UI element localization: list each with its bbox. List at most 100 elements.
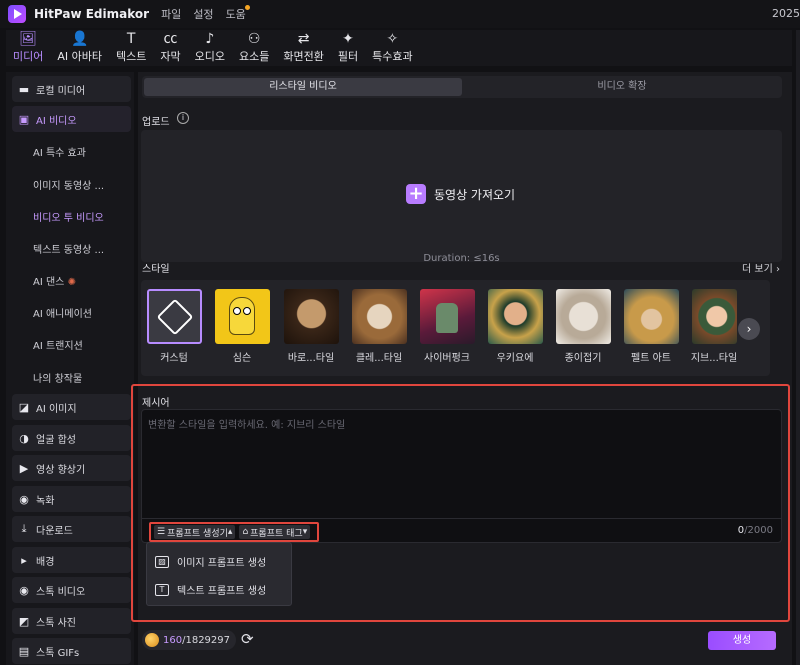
main-toolbar: 🖼 미디어 👤 AI 아바타 T 텍스트 ㏄ 자막 ♪ 오디오 ⚇ 요소들 ⇄ 화면전환 ✦ 필… [6, 30, 792, 66]
sidebar-item-ai-animation[interactable]: AI 애니메이션 [33, 305, 92, 320]
upload-dropzone[interactable]: + 동영상 가져오기 Duration: ≤16s [141, 130, 782, 264]
tab-transitions[interactable]: ⇄ 화면전환 [276, 30, 330, 66]
effects-icon: ✧ [386, 31, 399, 47]
sidebar-item-label: 녹화 [36, 495, 55, 507]
sidebar-item-stock-photo[interactable]: ◩ 스톡 사진 [12, 608, 131, 634]
style-thumb-custom[interactable] [147, 289, 202, 344]
ai-video-icon: ▣ [18, 112, 30, 126]
tab-media[interactable]: 🖼 미디어 [6, 30, 50, 66]
sidebar-item-my-creations[interactable]: 나의 창작물 [33, 370, 82, 385]
info-icon[interactable]: i [177, 112, 189, 124]
tab-audio[interactable]: ♪ 오디오 [188, 30, 232, 66]
sidebar-item-stock-video[interactable]: ◉ 스톡 비디오 [12, 577, 131, 603]
sidebar-item-label: 스톡 GIFs [36, 647, 80, 659]
tab-restyle-video[interactable]: 리스타일 비디오 [144, 78, 462, 96]
tab-video-extend[interactable]: 비디오 확장 [464, 78, 780, 96]
year-text: 2025 [772, 7, 800, 20]
custom-style-icon [156, 298, 194, 336]
sidebar-item-face-swap[interactable]: ◑ 얼굴 합성 [12, 425, 131, 451]
tab-elements[interactable]: ⚇ 요소들 [232, 30, 276, 66]
sidebar-item-background[interactable]: ▸ 배경 [12, 547, 131, 573]
sidebar-item-record[interactable]: ◉ 녹화 [12, 486, 131, 512]
prompt-section-highlight [131, 384, 790, 622]
style-label-simpsons: 심슨 [232, 353, 252, 364]
play-triangle-icon: ▸ [21, 553, 27, 567]
style-thumb-ukiyoe[interactable] [488, 289, 543, 344]
stock-video-icon: ◉ [19, 583, 29, 597]
style-label-felt-art: 펠트 아트 [631, 353, 671, 364]
sidebar-item-label: 얼굴 합성 [36, 434, 76, 446]
sidebar-item-image-to-video[interactable]: 이미지 동영상 ... [33, 177, 104, 192]
sidebar-item-ai-video[interactable]: ▣ AI 비디오 [12, 106, 131, 132]
tab-label: 특수효과 [372, 50, 413, 63]
generate-button[interactable]: 생성 [708, 631, 776, 650]
tab-label: 텍스트 [116, 50, 147, 63]
style-thumb-clay[interactable] [352, 289, 407, 344]
sidebar-item-enhancer[interactable]: ▶ 영상 향상기 [12, 455, 131, 481]
style-thumb-origami[interactable] [556, 289, 611, 344]
credits-badge: 160/1829297 [142, 630, 236, 650]
tab-subtitles[interactable]: ㏄ 자막 [153, 30, 187, 66]
cc-icon: ㏄ [163, 31, 178, 47]
style-label-ukiyoe: 우키요에 [496, 353, 534, 364]
sidebar-item-ai-image[interactable]: ◪ AI 이미지 [12, 394, 131, 420]
tab-text[interactable]: T 텍스트 [109, 30, 153, 66]
elements-icon: ⚇ [247, 31, 261, 47]
tab-label: 필터 [337, 50, 359, 63]
menu-settings[interactable]: 설정 [193, 6, 213, 22]
plus-icon: + [406, 184, 426, 204]
import-video-button[interactable]: + 동영상 가져오기 [406, 184, 515, 204]
sidebar-item-video-to-video[interactable]: 비디오 투 비디오 [33, 209, 104, 224]
tab-label: 오디오 [194, 50, 226, 63]
menu-help-label: 도움 [225, 8, 246, 21]
sidebar-item-label: AI 비디오 [36, 115, 77, 127]
tab-label: 미디어 [13, 50, 44, 63]
sidebar-item-ai-effects[interactable]: AI 특수 효과 [33, 144, 86, 159]
style-label-clay: 클레...타일 [355, 353, 403, 364]
sidebar-item-label: 스톡 비디오 [36, 586, 86, 598]
sidebar-item-label: 로컬 미디어 [36, 85, 86, 97]
music-icon: ♪ [205, 31, 215, 47]
menu-help[interactable]: 도움 [225, 5, 250, 22]
tab-ai-avatar[interactable]: 👤 AI 아바타 [50, 30, 109, 66]
style-label-custom: 커스텀 [160, 353, 188, 364]
stock-photo-icon: ◩ [18, 614, 30, 628]
sidebar: ▬ 로컬 미디어 ▣ AI 비디오 AI 특수 효과 이미지 동영상 ... 비디오… [6, 72, 134, 665]
enhancer-icon: ▶ [19, 461, 29, 475]
sidebar-item-ai-dance[interactable]: AI 댄스 ✺ [33, 273, 76, 288]
import-video-label: 동영상 가져오기 [434, 187, 516, 202]
tab-filters[interactable]: ✦ 필터 [331, 30, 365, 66]
style-label-ghibli: 지브...타일 [690, 353, 738, 364]
download-icon: ⤓ [21, 522, 27, 535]
style-thumb-ghibli[interactable] [692, 289, 737, 344]
sidebar-item-label: AI 이미지 [36, 403, 77, 415]
tab-effects[interactable]: ✧ 특수효과 [365, 30, 419, 66]
upload-label: 업로드 [142, 117, 170, 128]
notification-dot [244, 5, 250, 10]
style-thumb-simpsons[interactable] [215, 289, 270, 344]
see-more-link[interactable]: 더 보기 › [742, 260, 780, 275]
sidebar-item-download[interactable]: ⤓ 다운로드 [12, 516, 131, 542]
chevron-right-icon[interactable]: › [738, 318, 760, 340]
transition-icon: ⇄ [297, 31, 310, 47]
sidebar-item-label: 배경 [36, 556, 55, 568]
title-bar: HitPaw Edimakor 파일 설정 도움 2025 [0, 0, 800, 28]
style-label-baroque: 바로...타일 [287, 353, 335, 364]
tab-label: AI 아바타 [57, 50, 103, 63]
style-thumb-felt-art[interactable] [624, 289, 679, 344]
sidebar-item-label: 다운로드 [36, 525, 73, 537]
sidebar-item-local-media[interactable]: ▬ 로컬 미디어 [12, 76, 131, 102]
tab-label: 자막 [160, 50, 181, 63]
mode-tabs: 리스타일 비디오 비디오 확장 [142, 76, 782, 98]
style-thumb-baroque[interactable] [284, 289, 339, 344]
app-title: HitPaw Edimakor [34, 7, 150, 21]
sidebar-item-stock-gifs[interactable]: ▤ 스톡 GIFs [12, 638, 131, 664]
coin-icon [145, 633, 159, 647]
refresh-icon[interactable]: ⟳ [241, 630, 254, 648]
style-gallery: › 커스텀 심슨 바로...타일 클레...타일 사이버펑크 우키요에 종이접기… [141, 280, 770, 376]
style-thumb-cyberpunk[interactable] [420, 289, 475, 344]
sidebar-item-ai-transition[interactable]: AI 트랜지션 [33, 337, 83, 352]
sidebar-item-label: 영상 향상기 [36, 464, 86, 476]
sidebar-item-text-to-video[interactable]: 텍스트 동영상 ... [33, 241, 104, 256]
menu-file[interactable]: 파일 [161, 6, 181, 22]
